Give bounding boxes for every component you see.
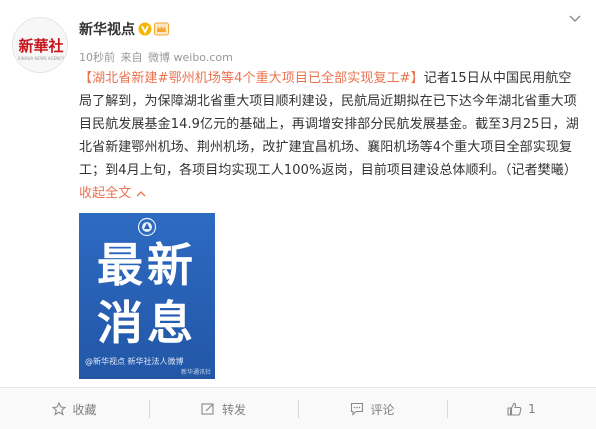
author-name-text[interactable]: 新华视点 (79, 19, 135, 39)
source-prefix: 来自 (120, 51, 143, 64)
image-headline-line2: 消息 (97, 296, 197, 350)
more-options-icon[interactable] (568, 14, 582, 24)
chevron-up-icon (136, 191, 146, 197)
repost-label: 转发 (221, 402, 246, 417)
like-button[interactable]: 1 (447, 388, 596, 429)
post-source[interactable]: 微博 weibo.com (148, 51, 233, 64)
post-meta: 10秒前 来自 微博 weibo.com (79, 49, 235, 65)
topic-tag-link[interactable]: 【湖北省新建#鄂州机场等4个重大项目已全部实现复工#】 (79, 71, 424, 86)
post-body-text: 记者15日从中国民用航空局了解到，为保障湖北省重大项目顺利建设，民航局近期拟在已… (79, 71, 579, 178)
weibo-post-card: 新華社 XINHUA NEWS AGENCY 新华视点 10秒前 来自 微博 w… (0, 0, 596, 429)
member-crown-icon[interactable] (154, 22, 169, 36)
action-bar: 收藏 转发 评论 1 (0, 387, 596, 429)
avatar[interactable]: 新華社 XINHUA NEWS AGENCY (12, 17, 68, 73)
like-count: 1 (528, 402, 536, 416)
svg-text:XINHUA NEWS AGENCY: XINHUA NEWS AGENCY (18, 56, 65, 61)
author-name[interactable]: 新华视点 (79, 19, 169, 39)
favorite-button[interactable]: 收藏 (0, 388, 149, 429)
star-icon (52, 402, 67, 416)
repost-icon (201, 403, 214, 415)
image-watermark: @新华视点 新华社法人微博 (85, 357, 184, 366)
comment-button[interactable]: 评论 (298, 388, 447, 429)
emblem-icon (137, 217, 157, 237)
post-image[interactable]: 最新 消息 @新华视点 新华社法人微博 新华通讯社 (79, 213, 215, 379)
favorite-label: 收藏 (72, 402, 97, 417)
comment-icon (351, 402, 364, 416)
image-corner-mark: 新华通讯社 (180, 369, 211, 376)
repost-button[interactable]: 转发 (149, 388, 298, 429)
post-content: 【湖北省新建#鄂州机场等4个重大项目已全部实现复工#】记者15日从中国民用航空局… (79, 67, 584, 205)
comment-label: 评论 (370, 402, 395, 417)
collapse-text-link[interactable]: 收起全文 (79, 186, 146, 201)
post-time[interactable]: 10秒前 (79, 51, 115, 64)
image-headline-line1: 最新 (97, 238, 197, 292)
verified-badge-icon (138, 22, 152, 36)
thumbs-up-icon (507, 402, 522, 416)
svg-text:新華社: 新華社 (18, 37, 63, 55)
xinhua-logo: 新華社 XINHUA NEWS AGENCY (13, 18, 67, 72)
